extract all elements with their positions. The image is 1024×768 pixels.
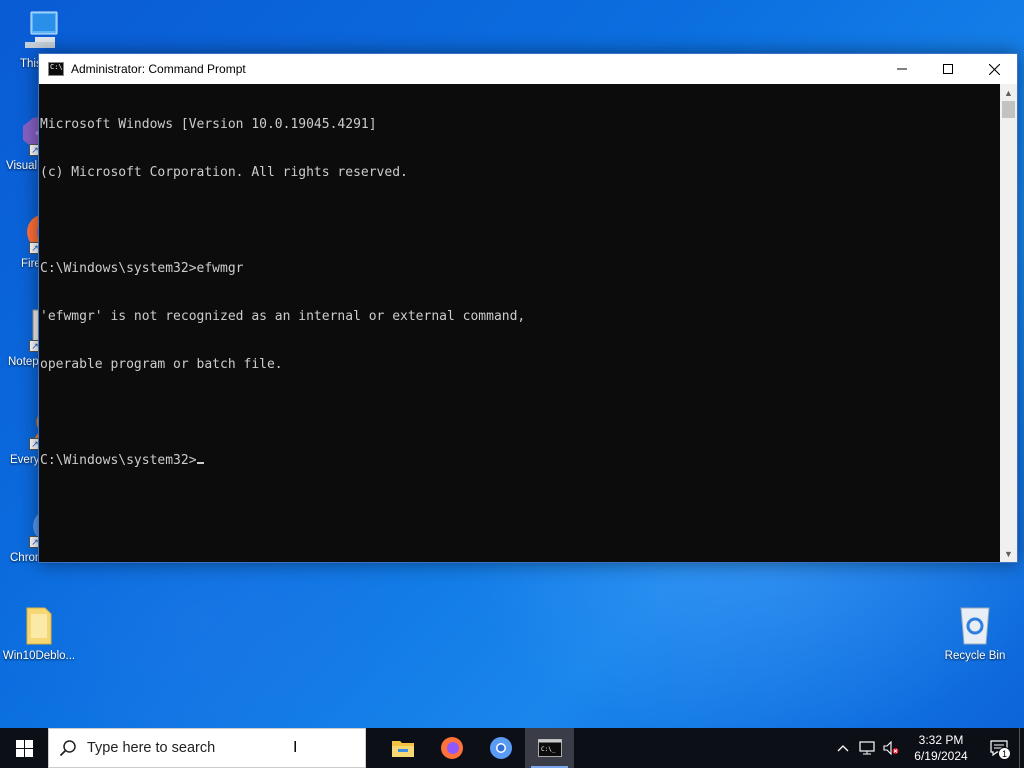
close-button[interactable] bbox=[971, 54, 1017, 84]
scroll-down-button[interactable]: ▼ bbox=[1000, 545, 1017, 562]
taskbar: Type here to search I C:\_ 3:32 PM 6/19/… bbox=[0, 728, 1024, 768]
command-prompt-icon: C:\_ bbox=[537, 739, 562, 757]
action-center-button[interactable]: 1 bbox=[979, 728, 1019, 768]
taskbar-search-box[interactable]: Type here to search I bbox=[48, 728, 366, 768]
text-cursor bbox=[196, 462, 204, 464]
scroll-thumb[interactable] bbox=[1002, 101, 1015, 118]
window-controls bbox=[879, 54, 1017, 84]
start-button[interactable] bbox=[0, 728, 48, 768]
file-explorer-icon bbox=[391, 741, 414, 757]
terminal-line: Microsoft Windows [Version 10.0.19045.42… bbox=[40, 117, 377, 132]
taskbar-app-chromium[interactable] bbox=[476, 728, 525, 768]
command-prompt-icon bbox=[48, 62, 64, 76]
minimize-icon bbox=[897, 68, 907, 70]
command-prompt-window[interactable]: Administrator: Command Prompt Microsoft … bbox=[38, 53, 1018, 563]
terminal-line: C:\Windows\system32>efwmgr bbox=[40, 261, 244, 276]
system-tray: 3:32 PM 6/19/2024 1 bbox=[831, 728, 1024, 768]
computer-icon bbox=[17, 10, 61, 54]
clock-date: 6/19/2024 bbox=[914, 749, 968, 763]
terminal-prompt-line[interactable]: C:\Windows\system32> bbox=[40, 453, 1000, 469]
terminal-output[interactable]: Microsoft Windows [Version 10.0.19045.42… bbox=[39, 84, 1000, 562]
taskbar-app-file-explorer[interactable] bbox=[378, 728, 427, 768]
desktop-icon-label: Win10Deblo... bbox=[2, 650, 76, 662]
window-titlebar[interactable]: Administrator: Command Prompt bbox=[39, 54, 1017, 84]
search-icon bbox=[49, 739, 87, 757]
recycle-bin-icon bbox=[953, 602, 997, 646]
search-placeholder: Type here to search bbox=[87, 740, 216, 756]
volume-muted-icon[interactable] bbox=[879, 728, 903, 768]
chromium-icon bbox=[489, 737, 512, 759]
close-icon bbox=[988, 63, 1000, 75]
desktop-icon-recycle-bin[interactable]: Recycle Bin bbox=[938, 602, 1012, 662]
maximize-icon bbox=[943, 64, 953, 74]
notification-count-badge: 1 bbox=[998, 747, 1011, 760]
taskbar-app-command-prompt[interactable]: C:\_ bbox=[525, 728, 574, 768]
terminal-line: operable program or batch file. bbox=[40, 357, 283, 372]
scroll-up-button[interactable]: ▲ bbox=[1000, 84, 1017, 101]
desktop-icon-win10debloater[interactable]: Win10Deblo... bbox=[2, 602, 76, 662]
maximize-button[interactable] bbox=[925, 54, 971, 84]
show-hidden-icons-chevron-up-icon[interactable] bbox=[831, 728, 855, 768]
window-title: Administrator: Command Prompt bbox=[71, 62, 246, 76]
svg-text:C:\_: C:\_ bbox=[541, 746, 556, 753]
clock-time: 3:32 PM bbox=[918, 733, 964, 747]
terminal-line: (c) Microsoft Corporation. All rights re… bbox=[40, 165, 408, 180]
mouse-cursor-ibeam-icon: I bbox=[293, 739, 298, 756]
folder-icon bbox=[17, 602, 61, 646]
terminal-prompt: C:\Windows\system32> bbox=[40, 453, 197, 468]
windows-logo-icon bbox=[15, 739, 33, 757]
firefox-icon bbox=[440, 737, 463, 759]
show-desktop-button[interactable] bbox=[1019, 728, 1024, 768]
vertical-scrollbar[interactable]: ▲ ▼ bbox=[1000, 84, 1017, 562]
taskbar-clock[interactable]: 3:32 PM 6/19/2024 bbox=[903, 732, 979, 764]
taskbar-app-firefox[interactable] bbox=[427, 728, 476, 768]
desktop-icon-label: Recycle Bin bbox=[944, 650, 1006, 662]
network-icon[interactable] bbox=[855, 728, 879, 768]
minimize-button[interactable] bbox=[879, 54, 925, 84]
terminal-line: 'efwmgr' is not recognized as an interna… bbox=[40, 309, 526, 324]
